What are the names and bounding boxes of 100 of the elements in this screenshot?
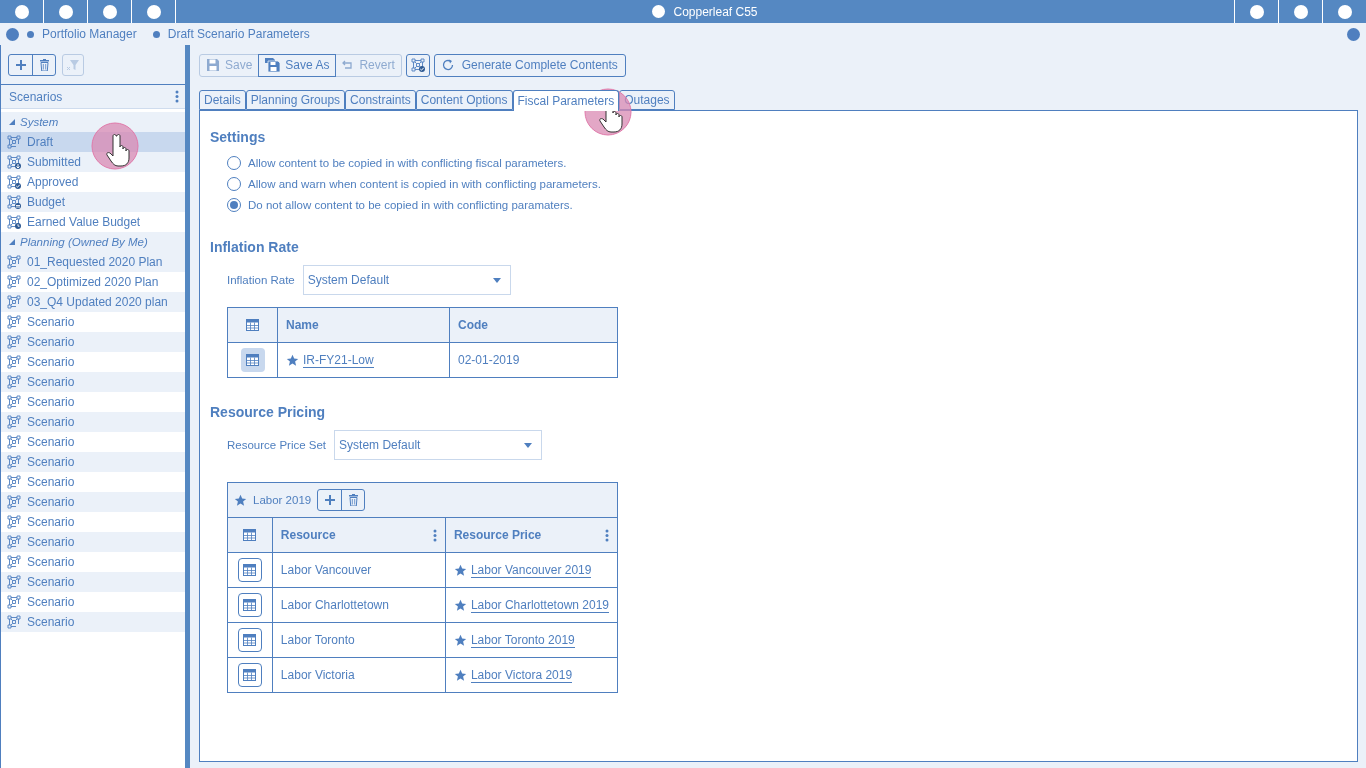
undo-icon <box>342 60 355 70</box>
field-label: Resource Price Set <box>227 439 327 451</box>
scenario-icon <box>7 395 21 409</box>
resource-price-set-dropdown[interactable]: System Default <box>334 430 543 460</box>
price-link[interactable]: Labor Victora 2019 <box>470 667 573 683</box>
window-button-icon[interactable] <box>1293 4 1308 19</box>
window-button-icon[interactable] <box>58 4 73 19</box>
scenario-icon <box>7 555 21 569</box>
panel-title: Scenarios <box>9 89 63 104</box>
scenario-icon <box>7 495 21 509</box>
app-logo-icon <box>652 5 666 18</box>
price-link[interactable]: Labor Vancouver 2019 <box>470 562 592 578</box>
scenario-icon <box>7 455 21 469</box>
scenario-item[interactable]: Scenario <box>1 452 185 472</box>
column-header: Code <box>449 307 618 343</box>
tab[interactable]: Planning Groups <box>245 90 346 110</box>
row-details-button[interactable] <box>237 558 262 582</box>
rate-link[interactable]: IR-FY21-Low <box>303 352 374 368</box>
column-menu-icon[interactable] <box>605 528 609 542</box>
table-icon <box>243 599 257 611</box>
scenario-item[interactable]: 01_Requested 2020 Plan <box>1 252 185 272</box>
column-header: Resource Price <box>453 528 542 542</box>
field-label: Inflation Rate <box>227 274 295 286</box>
expand-icon[interactable] <box>9 239 15 245</box>
radio-label: Allow content to be copied in with conflicting fiscal parameters. <box>248 157 567 169</box>
star-icon <box>453 563 467 577</box>
group-header[interactable]: Planning (Owned By Me) <box>1 232 185 252</box>
scenario-item[interactable]: Scenario <box>1 492 185 512</box>
plus-icon <box>15 59 26 70</box>
scenario-icon <box>7 595 21 609</box>
scenario-icon <box>7 295 21 309</box>
scenario-status-icon <box>7 215 21 229</box>
price-link[interactable]: Labor Charlottetown 2019 <box>470 597 609 613</box>
window-button-icon[interactable] <box>1337 4 1352 19</box>
home-icon[interactable] <box>6 27 19 41</box>
floppy-disks-icon <box>265 58 281 72</box>
tab[interactable]: Content Options <box>415 90 513 110</box>
scenario-status-icon <box>7 195 21 209</box>
scenario-item[interactable]: Scenario <box>1 612 185 632</box>
table-icon <box>243 669 257 681</box>
scenario-icon <box>7 375 21 389</box>
row-details-button[interactable] <box>237 628 262 652</box>
toolbar-button[interactable]: Save As <box>258 53 337 77</box>
star-icon <box>453 633 467 647</box>
scenario-icon <box>7 515 21 529</box>
breadcrumb-link[interactable]: Portfolio Manager <box>42 27 137 41</box>
window-button-icon[interactable] <box>1249 4 1264 19</box>
table-cell: Labor Charlottetown <box>272 587 446 623</box>
scenario-icon <box>7 535 21 549</box>
tab[interactable]: Details <box>199 90 246 110</box>
table-icon <box>246 354 259 366</box>
tab[interactable]: Fiscal Parameters <box>512 90 620 111</box>
price-set-name: Labor 2019 <box>253 494 312 506</box>
more-options-icon[interactable] <box>175 90 179 103</box>
scenario-item[interactable]: Scenario <box>1 572 185 592</box>
table-cell: Labor Victoria <box>272 657 446 693</box>
star-icon <box>453 598 467 612</box>
row-details-button[interactable] <box>237 663 262 687</box>
section-heading: Resource Pricing <box>210 404 327 420</box>
scenario-icon <box>7 275 21 289</box>
scenario-icon <box>7 475 21 489</box>
scenario-icon <box>7 615 21 629</box>
table-icon <box>243 634 257 646</box>
caret-icon <box>492 277 501 283</box>
scenario-status-icon <box>410 58 425 72</box>
star-icon <box>453 668 467 682</box>
scenario-item[interactable]: Scenario <box>1 532 185 552</box>
filter-icon <box>67 58 79 71</box>
trash-icon <box>39 58 49 71</box>
row-details-button[interactable] <box>240 348 265 372</box>
price-link[interactable]: Labor Toronto 2019 <box>470 632 575 648</box>
window-button-icon[interactable] <box>102 4 117 19</box>
window-button-icon[interactable] <box>14 4 29 19</box>
scenario-icon <box>7 335 21 349</box>
star-icon <box>286 353 299 367</box>
scenario-tool-button[interactable] <box>405 53 430 77</box>
scenario-icon <box>7 255 21 269</box>
scenario-item[interactable]: Budget <box>1 192 185 212</box>
tab[interactable]: Constraints <box>345 90 416 110</box>
scenario-icon <box>7 355 21 369</box>
scenario-item[interactable]: Scenario <box>1 412 185 432</box>
generate-button[interactable]: Generate Complete Contents <box>433 53 626 77</box>
radio-label: Allow and warn when content is copied in with conflicting parameters. <box>248 178 601 190</box>
group-header[interactable]: System <box>1 112 185 132</box>
scenario-item[interactable]: 03_Q4 Updated 2020 plan <box>1 292 185 312</box>
window-button-icon[interactable] <box>146 4 161 19</box>
breadcrumb-link[interactable]: Draft Scenario Parameters <box>167 27 310 41</box>
scenario-item[interactable]: Scenario <box>1 332 185 352</box>
inflation-rate-dropdown[interactable]: System Default <box>302 265 511 295</box>
star-icon <box>234 493 247 507</box>
table-cell: Labor Toronto <box>272 622 446 658</box>
row-details-button[interactable] <box>237 593 262 617</box>
section-heading: Settings <box>210 129 267 145</box>
expand-icon[interactable] <box>9 119 15 125</box>
column-menu-icon[interactable] <box>432 528 437 542</box>
scenario-item[interactable]: Scenario <box>1 372 185 392</box>
table-cell: Labor Vancouver <box>272 552 446 588</box>
column-header: Name <box>277 307 450 343</box>
table-icon <box>246 319 259 331</box>
status-icon <box>1347 27 1360 41</box>
